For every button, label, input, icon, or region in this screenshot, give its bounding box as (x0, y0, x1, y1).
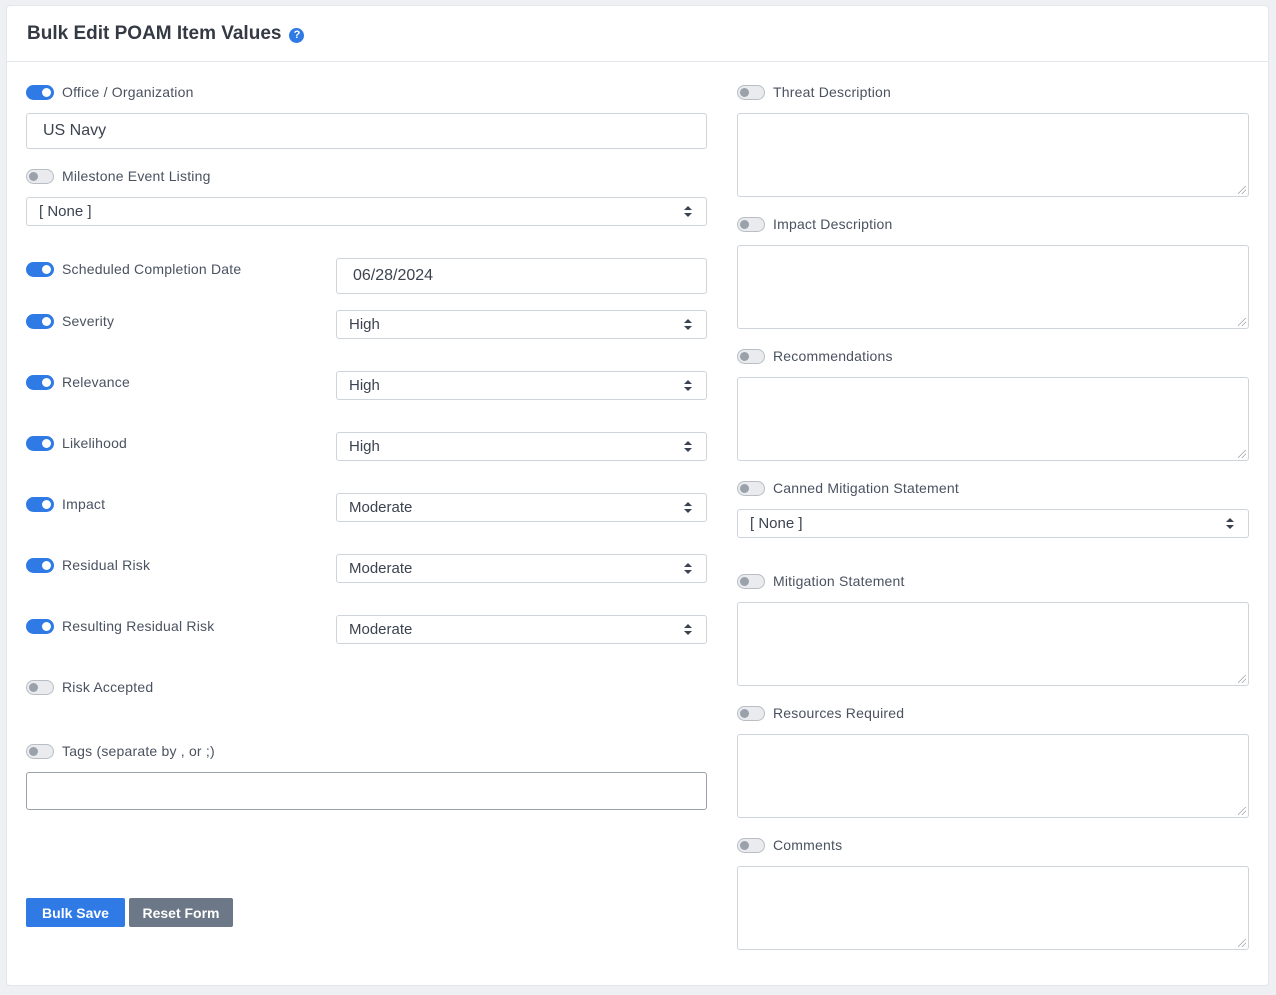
comments-textarea[interactable] (737, 866, 1249, 950)
page-title: Bulk Edit POAM Item Values (27, 22, 282, 44)
resources-required-label: Resources Required (773, 705, 905, 721)
resize-grip-icon[interactable] (1238, 318, 1246, 326)
toggle-tags[interactable] (26, 744, 54, 759)
toggle-knob (29, 172, 38, 181)
residual-risk-select-value: Moderate (349, 560, 413, 577)
toggle-knob (740, 352, 749, 361)
toggle-knob (740, 709, 749, 718)
toggle-mitigation-statement[interactable] (737, 574, 765, 589)
severity-select[interactable]: High (336, 310, 707, 339)
threat-description-label: Threat Description (773, 84, 891, 100)
recommendations-label: Recommendations (773, 348, 893, 364)
tags-input[interactable] (26, 772, 707, 810)
toggle-office[interactable] (26, 85, 54, 100)
canned-mitigation-label: Canned Mitigation Statement (773, 480, 959, 496)
impact-select[interactable]: Moderate (336, 493, 707, 522)
toggle-resources-required[interactable] (737, 706, 765, 721)
severity-select-value: High (349, 316, 380, 333)
select-arrows-icon (684, 563, 692, 575)
toggle-threat-description[interactable] (737, 85, 765, 100)
canned-mitigation-select[interactable]: [ None ] (737, 509, 1249, 538)
toggle-knob (42, 317, 51, 326)
select-arrows-icon (1226, 518, 1234, 530)
impact-description-textarea[interactable] (737, 245, 1249, 329)
resize-grip-icon[interactable] (1238, 186, 1246, 194)
relevance-label: Relevance (62, 374, 130, 390)
select-arrows-icon (684, 624, 692, 636)
likelihood-select-value: High (349, 438, 380, 455)
toggle-canned-mitigation[interactable] (737, 481, 765, 496)
toggle-likelihood[interactable] (26, 436, 54, 451)
toggle-knob (740, 484, 749, 493)
comments-label: Comments (773, 837, 843, 853)
toggle-knob (740, 220, 749, 229)
toggle-comments[interactable] (737, 838, 765, 853)
likelihood-label: Likelihood (62, 435, 128, 451)
select-arrows-icon (684, 380, 692, 392)
recommendations-textarea[interactable] (737, 377, 1249, 461)
bulk-save-button[interactable]: Bulk Save (26, 898, 125, 927)
toggle-impact[interactable] (26, 497, 54, 512)
toggle-severity[interactable] (26, 314, 54, 329)
milestone-select[interactable]: [ None ] (26, 197, 707, 226)
select-arrows-icon (684, 206, 692, 218)
toggle-scheduled-date[interactable] (26, 262, 54, 277)
toggle-resulting-residual-risk[interactable] (26, 619, 54, 634)
resulting-residual-risk-select-value: Moderate (349, 621, 413, 638)
impact-select-value: Moderate (349, 499, 413, 516)
relevance-select-value: High (349, 377, 380, 394)
resulting-residual-risk-label: Resulting Residual Risk (62, 618, 215, 634)
residual-risk-label: Residual Risk (62, 557, 151, 573)
mitigation-statement-textarea[interactable] (737, 602, 1249, 686)
resulting-residual-risk-select[interactable]: Moderate (336, 615, 707, 644)
mitigation-statement-label: Mitigation Statement (773, 573, 905, 589)
toggle-relevance[interactable] (26, 375, 54, 390)
office-label: Office / Organization (62, 84, 194, 100)
threat-description-textarea[interactable] (737, 113, 1249, 197)
toggle-knob (42, 622, 51, 631)
residual-risk-select[interactable]: Moderate (336, 554, 707, 583)
select-arrows-icon (684, 319, 692, 331)
scheduled-date-input[interactable]: 06/28/2024 (336, 258, 707, 294)
toggle-recommendations[interactable] (737, 349, 765, 364)
toggle-milestone[interactable] (26, 169, 54, 184)
select-arrows-icon (684, 441, 692, 453)
tags-label: Tags (separate by , or ;) (62, 743, 215, 759)
toggle-residual-risk[interactable] (26, 558, 54, 573)
milestone-select-value: [ None ] (39, 203, 92, 220)
card-header: Bulk Edit POAM Item Values ? (7, 6, 1268, 62)
select-arrows-icon (684, 502, 692, 514)
toggle-knob (740, 88, 749, 97)
severity-label: Severity (62, 313, 115, 329)
likelihood-select[interactable]: High (336, 432, 707, 461)
toggle-knob (42, 439, 51, 448)
resize-grip-icon[interactable] (1238, 939, 1246, 947)
toggle-knob (42, 265, 51, 274)
toggle-knob (42, 378, 51, 387)
reset-form-button[interactable]: Reset Form (129, 898, 233, 927)
impact-label: Impact (62, 496, 106, 512)
canned-mitigation-select-value: [ None ] (750, 515, 803, 532)
toggle-knob (42, 500, 51, 509)
toggle-knob (29, 683, 38, 692)
office-input[interactable]: US Navy (26, 113, 707, 149)
relevance-select[interactable]: High (336, 371, 707, 400)
impact-description-label: Impact Description (773, 216, 893, 232)
risk-accepted-label: Risk Accepted (62, 679, 154, 695)
toggle-knob (740, 577, 749, 586)
toggle-knob (42, 561, 51, 570)
milestone-label: Milestone Event Listing (62, 168, 211, 184)
scheduled-date-label: Scheduled Completion Date (62, 261, 242, 277)
resize-grip-icon[interactable] (1238, 675, 1246, 683)
help-icon[interactable]: ? (289, 27, 305, 43)
toggle-knob (29, 747, 38, 756)
toggle-knob (42, 88, 51, 97)
toggle-risk-accepted[interactable] (26, 680, 54, 695)
toggle-impact-description[interactable] (737, 217, 765, 232)
resize-grip-icon[interactable] (1238, 807, 1246, 815)
resources-required-textarea[interactable] (737, 734, 1249, 818)
toggle-knob (740, 841, 749, 850)
resize-grip-icon[interactable] (1238, 450, 1246, 458)
